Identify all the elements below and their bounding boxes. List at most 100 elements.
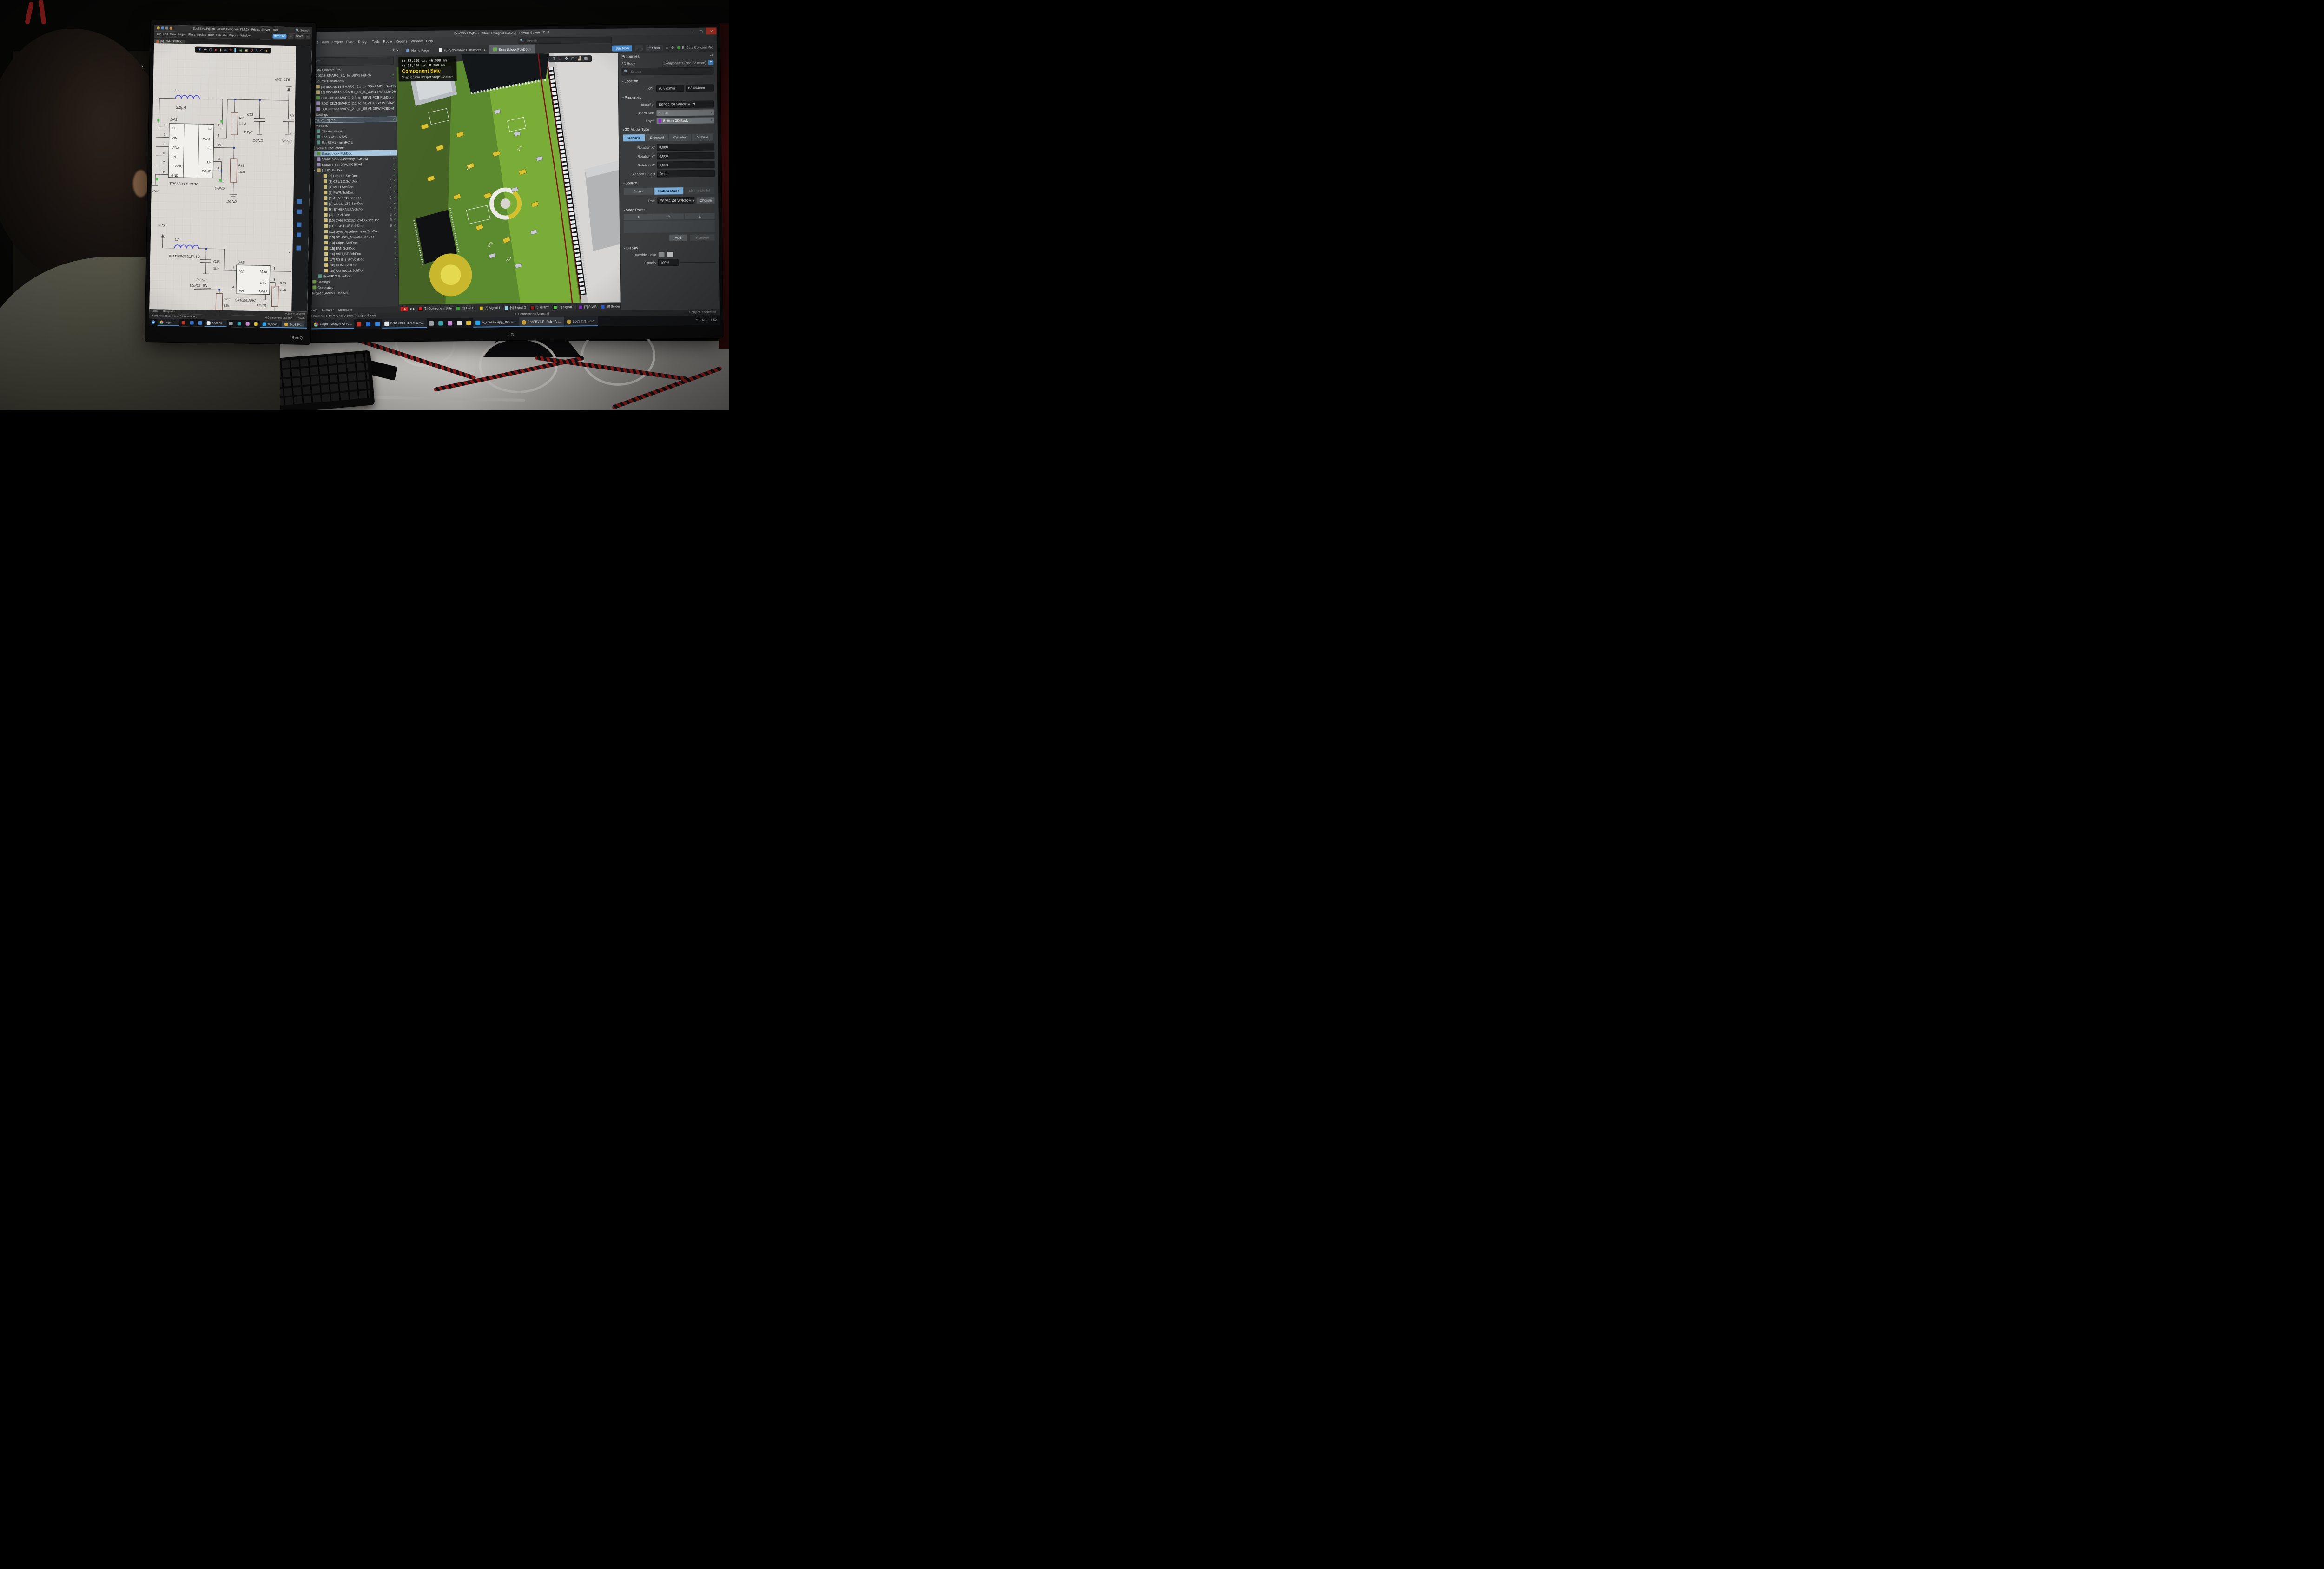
panel-tab[interactable]: Explorer xyxy=(322,309,333,312)
taskbar-item[interactable]: EcoSBV... xyxy=(282,321,305,329)
status-editor[interactable]: Editor xyxy=(152,310,158,313)
standoff-field[interactable]: 0mm xyxy=(657,170,715,177)
override-color-checkbox[interactable] xyxy=(658,252,665,257)
menu-item[interactable]: View xyxy=(169,33,177,36)
toolbar-icon[interactable]: ▼ xyxy=(198,48,202,52)
chat-button[interactable]: … xyxy=(288,34,293,39)
document-tab[interactable]: (8) Schematic Document xyxy=(435,45,489,54)
taskbar-item[interactable] xyxy=(445,318,455,328)
properties-search-input[interactable] xyxy=(630,69,701,74)
panel-pin-icon[interactable]: ⊼ xyxy=(393,49,395,52)
rotation-z-field[interactable]: 0,000 xyxy=(657,161,715,168)
opacity-slider[interactable] xyxy=(680,262,716,263)
toolbar-icon[interactable]: ✪ xyxy=(250,49,253,53)
toolbar-icon[interactable]: ✚ xyxy=(229,48,232,52)
taskbar-item[interactable] xyxy=(196,319,204,327)
source-embed[interactable]: Embed Model xyxy=(654,187,684,195)
home-icon[interactable]: ⌂ xyxy=(666,46,668,50)
panel-dropdown-icon[interactable]: ▾ xyxy=(390,49,391,52)
taskbar-item[interactable]: Login - Google Chro... xyxy=(311,319,354,330)
expand-icon[interactable] xyxy=(314,169,317,172)
menu-item[interactable]: Route xyxy=(382,40,394,44)
model-type-sphere[interactable]: Sphere xyxy=(692,133,714,141)
layer-scroll-right-icon[interactable]: ▶ xyxy=(413,307,415,310)
share-button[interactable]: ↗ Share xyxy=(646,45,663,51)
layer-tab[interactable]: [7] P WR xyxy=(577,303,599,311)
home-icon[interactable]: ⌂ xyxy=(306,35,310,39)
toolbar-icon[interactable]: ✛ xyxy=(565,57,568,61)
toolbar-icon[interactable]: ▌ xyxy=(234,48,237,52)
menu-item[interactable]: Tools xyxy=(370,40,381,44)
menu-item[interactable]: Project xyxy=(331,41,344,44)
section-snap-points[interactable]: Snap Points xyxy=(620,204,719,213)
menu-item[interactable]: Edit xyxy=(162,33,169,36)
average-button[interactable]: Average xyxy=(690,234,715,241)
add-snap-point-button[interactable]: Add xyxy=(669,234,687,241)
search-label[interactable]: 🔍 Search xyxy=(296,28,310,33)
tray-language[interactable]: ENG xyxy=(700,319,707,322)
document-tab[interactable]: Smart block.PcbDoc xyxy=(489,44,535,54)
layer-tab[interactable]: [5] GND2 xyxy=(528,303,551,311)
section-location[interactable]: Location xyxy=(619,76,717,84)
toolbar-icon[interactable]: ✛ xyxy=(204,48,206,52)
buy-now-button[interactable]: Buy Now xyxy=(272,34,287,39)
panel-tab[interactable]: Messages xyxy=(338,309,353,312)
taskbar-item[interactable] xyxy=(455,318,464,328)
snap-points-table[interactable] xyxy=(624,220,715,233)
taskbar-item[interactable] xyxy=(464,318,473,328)
toolbar-icon[interactable]: ▟ xyxy=(578,57,581,60)
taskbar-item[interactable] xyxy=(187,319,196,326)
toolbar-icon[interactable]: ▮ xyxy=(220,48,222,52)
model-type-generic[interactable]: Generic xyxy=(623,134,645,142)
layer-tab[interactable]: [2] GND1 xyxy=(454,304,477,312)
menu-item[interactable]: Place xyxy=(345,40,356,44)
menu-item[interactable]: Window xyxy=(409,40,424,43)
layer-tab[interactable]: [1] Component Side xyxy=(416,304,454,312)
menu-item[interactable]: Place xyxy=(187,33,196,36)
source-link[interactable]: Link to Model xyxy=(684,186,714,195)
layer-select[interactable]: Bottom 3D Body▾ xyxy=(657,117,714,124)
menu-item[interactable]: Help xyxy=(425,40,434,43)
menu-item[interactable]: Reports xyxy=(228,34,239,37)
board-side-select[interactable]: Bottom▾ xyxy=(656,109,714,116)
schematic-viewport[interactable]: ▼✛▢▶▮≋✚▌◉▣✪A◠● xyxy=(149,43,312,312)
section-display[interactable]: Display xyxy=(620,243,719,251)
choose-button[interactable]: Choose xyxy=(696,197,715,204)
layer-tab[interactable]: [6] Signal 3 xyxy=(551,303,577,311)
layer-scroll-left-icon[interactable]: ◀ xyxy=(409,307,412,310)
menu-item[interactable]: Reports xyxy=(394,40,409,43)
taskbar-item[interactable]: w_spase - app_stm32l... xyxy=(473,317,519,328)
menu-item[interactable]: Project xyxy=(177,33,187,36)
layer-tab[interactable]: [8] Solder Side xyxy=(599,303,621,310)
opacity-field[interactable]: 100% xyxy=(658,259,679,266)
layer-tab[interactable]: [3] Signal 1 xyxy=(477,304,502,312)
menu-item[interactable]: Simulate xyxy=(215,34,228,37)
taskbar-item[interactable] xyxy=(427,318,436,328)
taskbar-item[interactable] xyxy=(436,318,445,328)
tray-chevron-icon[interactable]: ^ xyxy=(696,319,698,322)
menu-item[interactable]: View xyxy=(320,41,330,44)
toolbar-icon[interactable]: T xyxy=(553,57,555,61)
menu-item[interactable]: Window xyxy=(239,34,251,37)
taskbar-item[interactable]: EcoSBV1.PrjPcb - Alti... xyxy=(519,317,564,327)
panel-close-icon[interactable]: ✕ xyxy=(396,49,399,52)
identifier-field[interactable]: ESP32-C6-WROOM v3 xyxy=(656,100,714,108)
taskbar-item[interactable] xyxy=(363,319,373,329)
projects-search[interactable]: 🔍 xyxy=(302,57,394,66)
section-properties[interactable]: Properties xyxy=(619,92,717,100)
maximize-button[interactable]: ▢ xyxy=(696,28,706,35)
path-field[interactable]: ESP32-C6-WROOM v3.step xyxy=(657,197,694,204)
taskbar-item[interactable] xyxy=(149,318,158,326)
taskbar-item[interactable] xyxy=(244,320,252,328)
tree-item[interactable]: Project Group 1.DsnWrk xyxy=(302,290,398,296)
y-field[interactable]: 83.694mm xyxy=(686,84,714,92)
taskbar-item[interactable] xyxy=(252,320,260,328)
taskbar-item[interactable] xyxy=(354,319,363,329)
pcb-3d-viewport[interactable]: C50 R21 L24 C31 x: 83,200 dx: -6,900 mm … xyxy=(396,53,621,313)
taskbar-item[interactable] xyxy=(235,320,244,327)
system-tray[interactable]: ^ ENG 11:52 xyxy=(696,318,720,322)
toolbar-icon[interactable]: A xyxy=(256,49,258,53)
menu-item[interactable]: Design xyxy=(196,33,207,36)
menu-item[interactable]: Design xyxy=(357,40,370,44)
taskbar-item[interactable]: EcoSBV1.PrjP... xyxy=(564,316,598,327)
